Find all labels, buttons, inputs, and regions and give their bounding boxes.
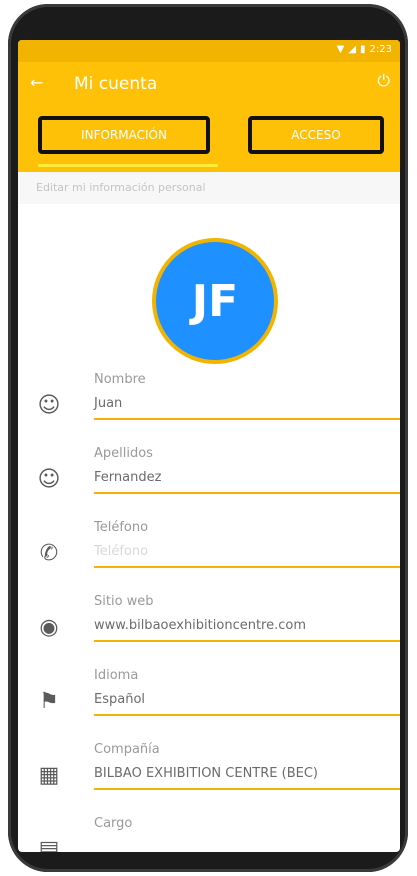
avatar[interactable]: JF	[152, 238, 278, 364]
compania-input[interactable]: BILBAO EXHIBITION CENTRE (BEC)	[94, 766, 318, 781]
field-label: Nombre	[94, 372, 146, 387]
field-nombre: ☺ Nombre Juan	[18, 372, 400, 442]
person-icon: ☺	[37, 466, 61, 492]
globe-icon: ◉	[39, 614, 59, 640]
tab-indicator	[38, 164, 218, 167]
field-underline	[94, 788, 400, 790]
status-bar: ▼ ◢ ▮ 2:23	[18, 40, 400, 62]
status-time: 2:23	[369, 44, 392, 55]
app-bar: ← Mi cuenta ⏻	[18, 62, 400, 110]
building-icon: ▦	[38, 762, 60, 788]
field-label: Compañía	[94, 742, 160, 757]
field-compania: ▦ Compañía BILBAO EXHIBITION CENTRE (BEC…	[18, 742, 400, 812]
field-label: Cargo	[94, 816, 133, 831]
field-idioma: ⚑ Idioma Español	[18, 668, 400, 738]
idioma-select[interactable]: Español	[94, 692, 145, 707]
field-sitio-web: ◉ Sitio web www.bilbaoexhibitioncentre.c…	[18, 594, 400, 664]
field-label: Idioma	[94, 668, 139, 683]
flag-icon: ⚑	[39, 688, 59, 714]
field-underline	[94, 418, 400, 420]
tab-acceso[interactable]: ACCESO	[248, 116, 384, 154]
field-label: Teléfono	[94, 520, 149, 535]
power-icon[interactable]: ⏻	[377, 71, 390, 91]
field-label: Sitio web	[94, 594, 154, 609]
field-underline	[94, 492, 400, 494]
page-title: Mi cuenta	[74, 74, 158, 94]
field-label: Apellidos	[94, 446, 153, 461]
sitio-web-input[interactable]: www.bilbaoexhibitioncentre.com	[94, 618, 306, 633]
avatar-initials: JF	[191, 275, 239, 327]
battery-icon: ▮	[360, 44, 366, 55]
field-cargo: ▤ Cargo	[18, 816, 400, 852]
field-underline	[94, 566, 400, 568]
section-subtitle: Editar mi información personal	[18, 172, 400, 204]
signal-icon: ◢	[348, 44, 357, 55]
person-icon: ☺	[37, 392, 61, 418]
back-arrow-icon[interactable]: ←	[30, 73, 43, 92]
apellidos-input[interactable]: Fernandez	[94, 470, 161, 485]
telefono-input[interactable]: Teléfono	[94, 544, 148, 559]
badge-icon: ▤	[38, 836, 60, 853]
field-telefono: ✆ Teléfono Teléfono	[18, 520, 400, 590]
field-underline	[94, 640, 400, 642]
tab-informacion[interactable]: INFORMACIÓN	[38, 116, 210, 154]
app-screen: ▼ ◢ ▮ 2:23 ← Mi cuenta ⏻ INFORMACIÓN ACC…	[18, 40, 400, 852]
tab-bar: INFORMACIÓN ACCESO	[18, 110, 400, 172]
nombre-input[interactable]: Juan	[94, 396, 122, 411]
status-icons: ▼ ◢ ▮ 2:23	[337, 44, 392, 55]
field-apellidos: ☺ Apellidos Fernandez	[18, 446, 400, 516]
phone-icon: ✆	[39, 540, 59, 566]
field-underline	[94, 714, 400, 716]
wifi-icon: ▼	[336, 44, 345, 55]
